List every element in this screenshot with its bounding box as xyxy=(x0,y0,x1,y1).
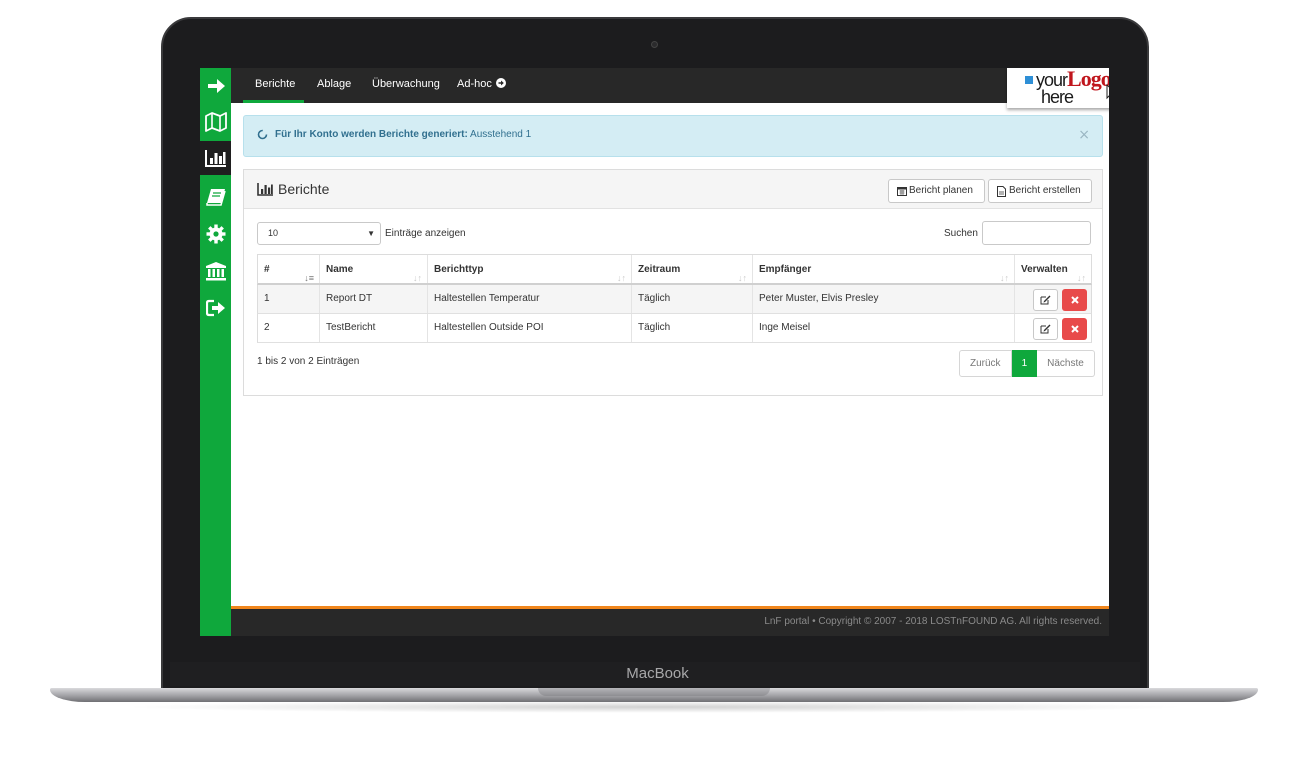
caret-down-icon: ▼ xyxy=(367,229,375,238)
cursor-icon xyxy=(1106,84,1109,100)
page-size-value: 10 xyxy=(268,228,279,238)
page-size-select[interactable]: 10 ▼ xyxy=(257,222,381,245)
alert-bold-text: Für Ihr Konto werden Berichte generiert: xyxy=(275,129,468,140)
col-header-manage-label: Verwalten xyxy=(1021,264,1068,275)
panel-title: Berichte xyxy=(278,181,330,197)
cell-name: Report DT xyxy=(320,285,428,313)
cell-actions xyxy=(1015,285,1091,313)
close-icon xyxy=(1070,296,1079,304)
search-label: Suchen xyxy=(944,228,978,239)
col-header-name-label: Name xyxy=(326,264,354,275)
cell-name: TestBericht xyxy=(320,314,428,342)
alert-message: Für Ihr Konto werden Berichte generiert:… xyxy=(275,129,531,140)
close-icon[interactable]: × xyxy=(1078,127,1090,143)
col-header-period[interactable]: Zeitraum ↓↑ xyxy=(632,255,753,283)
page-size-label: Einträge anzeigen xyxy=(385,228,466,239)
alert-status-text: Ausstehend 1 xyxy=(470,129,532,140)
arrow-circle-right-icon xyxy=(495,78,506,88)
col-header-num-label: # xyxy=(264,264,270,275)
sidebar-item-expand[interactable] xyxy=(200,69,231,103)
sidebar-item-settings[interactable] xyxy=(200,217,231,251)
book-icon xyxy=(205,189,226,206)
cell-recipients: Peter Muster, Elvis Presley xyxy=(753,285,1015,313)
reports-panel: Berichte Bericht planen Bericht erstelle… xyxy=(243,169,1103,396)
col-header-period-label: Zeitraum xyxy=(638,264,681,275)
app-screen: Berichte Ablage Überwachung Ad-hoc yourL… xyxy=(200,68,1109,636)
laptop-notch xyxy=(538,688,770,696)
pagination: Zurück 1 Nächste xyxy=(959,350,1095,377)
file-icon xyxy=(997,186,1006,197)
cell-period: Täglich xyxy=(632,285,753,313)
sidebar-item-reports[interactable] xyxy=(200,141,231,175)
schedule-report-button[interactable]: Bericht planen xyxy=(888,179,985,203)
tab-ueberwachung[interactable]: Überwachung xyxy=(372,68,440,103)
table-row[interactable]: 1 Report DT Haltestellen Temperatur Tägl… xyxy=(257,285,1092,314)
footer-copyright: LnF portal • Copyright © 2007 - 2018 LOS… xyxy=(764,616,1102,627)
close-icon xyxy=(1070,325,1079,333)
search-input[interactable] xyxy=(982,221,1091,245)
logo-mark-icon xyxy=(1025,76,1033,84)
logo-big-text: Logo xyxy=(1067,68,1109,91)
laptop-shadow xyxy=(120,701,1190,713)
device-brand-label: MacBook xyxy=(626,665,689,682)
company-logo: yourLogo here xyxy=(1007,68,1109,108)
tab-berichte[interactable]: Berichte xyxy=(243,68,304,103)
table-info: 1 bis 2 von 2 Einträgen xyxy=(257,356,360,367)
cell-actions xyxy=(1015,314,1091,342)
col-header-recipients[interactable]: Empfänger ↓↑ xyxy=(753,255,1015,283)
delete-button[interactable] xyxy=(1062,289,1087,311)
spinner-icon xyxy=(257,129,268,140)
arrow-right-icon xyxy=(207,79,225,93)
delete-button[interactable] xyxy=(1062,318,1087,340)
gear-icon xyxy=(206,224,225,244)
sidebar-item-bank[interactable] xyxy=(200,254,231,288)
edit-button[interactable] xyxy=(1033,318,1058,340)
logo-text: yourLogo here xyxy=(1036,68,1109,106)
create-report-button[interactable]: Bericht erstellen xyxy=(988,179,1092,203)
main-content: Für Ihr Konto werden Berichte generiert:… xyxy=(231,103,1109,606)
cell-type: Haltestellen Outside POI xyxy=(428,314,632,342)
page-button-current[interactable]: 1 xyxy=(1011,350,1038,377)
footer: LnF portal • Copyright © 2007 - 2018 LOS… xyxy=(231,609,1109,636)
map-icon xyxy=(204,112,227,132)
edit-icon xyxy=(1040,295,1051,305)
next-page-button[interactable]: Nächste xyxy=(1037,350,1095,377)
edit-button[interactable] xyxy=(1033,289,1058,311)
cell-num: 1 xyxy=(258,285,320,313)
tab-ablage[interactable]: Ablage xyxy=(317,68,351,103)
col-header-recipients-label: Empfänger xyxy=(759,264,812,275)
sidebar-item-map[interactable] xyxy=(200,105,231,139)
cell-recipients: Inge Meisel xyxy=(753,314,1015,342)
top-nav: Berichte Ablage Überwachung Ad-hoc yourL… xyxy=(231,68,1109,108)
calendar-icon xyxy=(897,187,907,196)
bar-chart-icon xyxy=(257,183,273,196)
col-header-num[interactable]: # ↓≡ xyxy=(258,255,320,283)
edit-icon xyxy=(1040,324,1051,334)
sign-out-icon xyxy=(205,299,225,317)
table-row[interactable]: 2 TestBericht Haltestellen Outside POI T… xyxy=(257,314,1092,343)
bank-icon xyxy=(205,262,226,281)
sidebar xyxy=(200,68,231,636)
schedule-report-label: Bericht planen xyxy=(909,185,973,196)
cell-type: Haltestellen Temperatur xyxy=(428,285,632,313)
sidebar-item-logout[interactable] xyxy=(200,291,231,325)
prev-page-button[interactable]: Zurück xyxy=(959,350,1012,377)
col-header-type[interactable]: Berichttyp ↓↑ xyxy=(428,255,632,283)
tab-adhoc-label: Ad-hoc xyxy=(457,78,492,90)
tab-adhoc[interactable]: Ad-hoc xyxy=(457,68,506,103)
cell-num: 2 xyxy=(258,314,320,342)
camera-icon xyxy=(651,41,658,48)
col-header-type-label: Berichttyp xyxy=(434,264,484,275)
cell-period: Täglich xyxy=(632,314,753,342)
create-report-label: Bericht erstellen xyxy=(1009,185,1081,196)
bar-chart-icon xyxy=(204,150,226,167)
info-alert: Für Ihr Konto werden Berichte generiert:… xyxy=(243,115,1103,157)
table-header: # ↓≡ Name ↓↑ Berichttyp ↓↑ Zeitraum ↓↑ E… xyxy=(257,254,1092,285)
sidebar-item-docs[interactable] xyxy=(200,180,231,214)
col-header-manage[interactable]: Verwalten ↓↑ xyxy=(1015,255,1091,283)
panel-header: Berichte Bericht planen Bericht erstelle… xyxy=(244,170,1102,209)
col-header-name[interactable]: Name ↓↑ xyxy=(320,255,428,283)
